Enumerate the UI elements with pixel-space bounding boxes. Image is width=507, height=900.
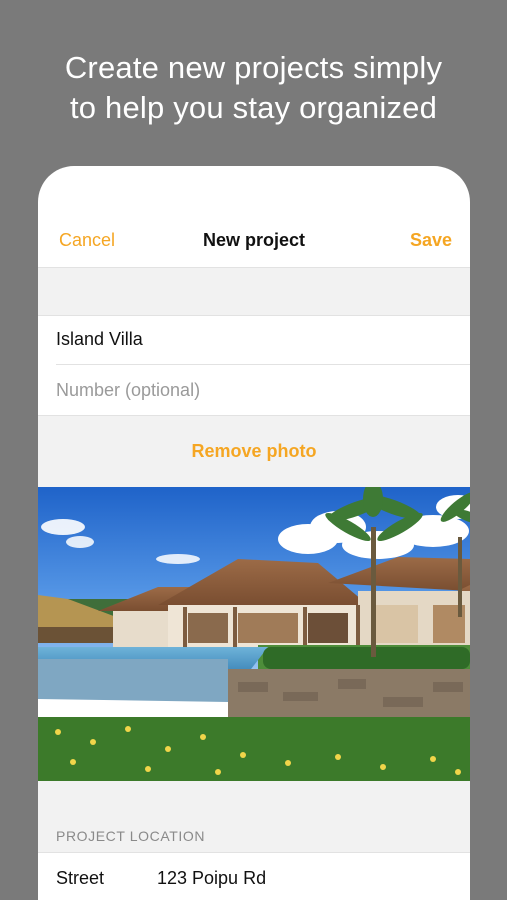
- street-value[interactable]: 123 Poipu Rd: [157, 853, 266, 900]
- project-location-label: PROJECT LOCATION: [56, 828, 206, 844]
- project-number-input[interactable]: [56, 380, 446, 401]
- photo-actions-section: Remove photo: [38, 415, 470, 488]
- save-button[interactable]: Save: [410, 230, 452, 251]
- promo-headline: Create new projects simply to help you s…: [0, 48, 507, 128]
- project-name-input[interactable]: [56, 329, 446, 350]
- headline-line-1: Create new projects simply: [64, 50, 443, 85]
- phone-screen: Cancel New project Save Remove photo: [38, 166, 470, 900]
- project-name-field[interactable]: [56, 314, 470, 365]
- headline-line-2: to help you stay organized: [69, 90, 438, 125]
- location-section-header: PROJECT LOCATION: [38, 781, 470, 853]
- project-photo: [38, 487, 470, 781]
- project-number-field[interactable]: [56, 365, 470, 415]
- navigation-bar: Cancel New project Save: [38, 216, 470, 266]
- street-row[interactable]: Street 123 Poipu Rd: [38, 853, 470, 900]
- page-title: New project: [202, 230, 306, 250]
- street-label: Street: [56, 868, 105, 888]
- remove-photo-button[interactable]: Remove photo: [38, 441, 470, 462]
- villa-photo-illustration: [38, 487, 470, 781]
- section-spacer: [38, 267, 470, 316]
